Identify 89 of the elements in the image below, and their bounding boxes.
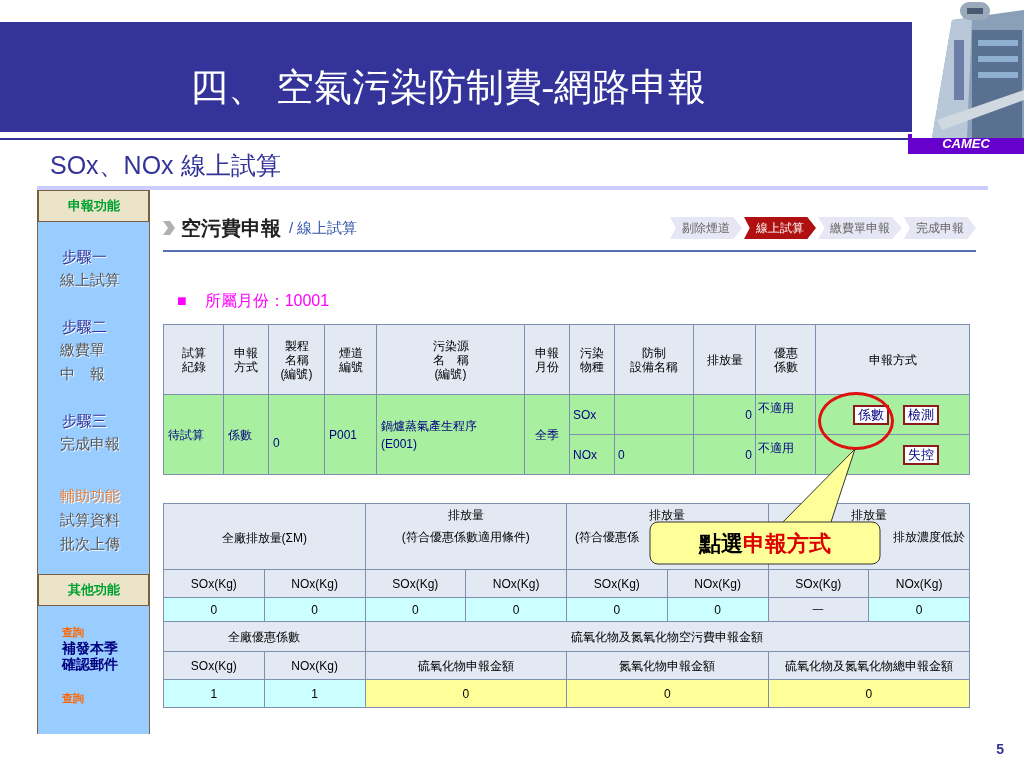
sidebar-link[interactable]: 試算資料	[38, 508, 149, 532]
table-cell: P001	[324, 394, 377, 475]
column-header: 排放量	[693, 324, 756, 395]
column-header: 排放量	[447, 508, 484, 522]
callout-emphasis: 申報方式	[743, 528, 831, 558]
column-header: 硫氧化物及氮氧化物總申報金額	[768, 651, 970, 680]
method-button[interactable]: 失控	[903, 444, 939, 465]
column-header: 全廠排放量(ΣM)	[221, 531, 307, 545]
column-header: (符合優惠係	[575, 530, 639, 544]
column-header: SOx(Kg)	[365, 569, 466, 598]
progress-step[interactable]: 剔除煙道	[670, 217, 742, 239]
column-header: NOx(Kg)	[868, 569, 970, 598]
column-header: NOx(Kg)	[667, 569, 768, 598]
sidebar-link[interactable]: 確認郵件	[38, 656, 149, 672]
table-cell: 0	[268, 394, 325, 475]
table-cell: 0	[566, 679, 768, 708]
table-cell: 0	[365, 679, 567, 708]
table-cell: 不適用	[755, 394, 816, 435]
arrow-icon	[163, 221, 175, 235]
sidebar-link[interactable]: 繳費單	[38, 338, 149, 362]
table-cell: 全季	[524, 394, 570, 475]
column-header: 排放量	[649, 508, 686, 522]
column-header: 氮氧化物申報金額	[566, 651, 768, 680]
column-header: 申報 方式	[223, 324, 269, 395]
table-cell: 0	[868, 597, 970, 622]
table-cell: 0	[768, 679, 970, 708]
column-header: 煙道 編號	[324, 324, 377, 395]
table-cell: 0	[693, 394, 756, 435]
table-cell: 係數	[223, 394, 269, 475]
column-header: 排放量	[850, 508, 887, 522]
sidebar-link[interactable]: 批次上傳	[38, 532, 149, 556]
square-marker: ■	[177, 291, 187, 311]
column-header: 硫氧化物申報金額	[365, 651, 567, 680]
sidebar-heading: 其他功能	[38, 574, 149, 606]
table-cell: 0	[566, 597, 668, 622]
column-header: SOx(Kg)	[163, 569, 265, 598]
column-header: 硫氧化物及氮氧化物空污費申報金額	[365, 621, 970, 652]
column-header: NOx(Kg)	[264, 569, 365, 598]
column-header: 全廠優惠係數	[163, 621, 365, 652]
callout-text: 點選	[699, 528, 743, 558]
table-cell: 0	[614, 434, 694, 475]
table-cell: 0	[693, 434, 756, 475]
column-header: SOx(Kg)	[566, 569, 668, 598]
sidebar-link[interactable]: 完成申報	[38, 432, 149, 456]
method-button[interactable]: 係數	[853, 404, 889, 425]
breadcrumb: / 線上試算	[289, 217, 358, 238]
table-cell: 1	[264, 679, 365, 708]
table-cell: NOx	[569, 434, 615, 475]
step-label: 步驟一	[61, 246, 108, 267]
column-header: 排放濃度低於	[893, 530, 965, 544]
column-header: NOx(Kg)	[465, 569, 567, 598]
table-cell: 0	[465, 597, 567, 622]
table-cell: 0	[163, 597, 265, 622]
progress-step[interactable]: 繳費單申報	[818, 217, 902, 239]
sidebar-heading: 申報功能	[38, 190, 149, 222]
column-header: 優惠 係數	[755, 324, 816, 395]
step-label: 步驟三	[61, 410, 108, 431]
table-cell: 不適用	[755, 434, 816, 475]
table-cell: 0	[264, 597, 365, 622]
sidebar-link[interactable]: 中 報	[38, 362, 149, 386]
progress-step[interactable]: 線上試算	[744, 217, 816, 239]
progress-step[interactable]: 完成申報	[904, 217, 976, 239]
page-number: 5	[996, 739, 1004, 759]
page-heading: 空污費申報	[181, 216, 281, 241]
table-cell: 0	[667, 597, 768, 622]
slide-title: 四、 空氣污染防制費-網路申報	[190, 64, 707, 110]
column-header: (符合優惠係數適用條件)	[401, 530, 530, 544]
table-cell: 鍋爐蒸氣產生程序 (E001)	[376, 394, 525, 475]
slide-subtitle: SOx、NOx 線上試算	[50, 150, 281, 180]
column-header: 試算 紀錄	[163, 324, 224, 395]
month-label: 所屬月份：10001	[204, 291, 330, 311]
table-cell: 待試算	[163, 394, 224, 475]
column-header: 申報方式	[815, 324, 970, 395]
table-cell: SOx	[569, 394, 615, 435]
table-cell: 0	[365, 597, 466, 622]
column-header: 污染源 名 稱 (編號)	[376, 324, 525, 395]
table-cell: 1	[163, 679, 265, 708]
column-header: NOx(Kg)	[264, 651, 365, 680]
column-header: SOx(Kg)	[163, 651, 265, 680]
column-header: 防制 設備名稱	[614, 324, 694, 395]
method-button[interactable]: 檢測	[903, 404, 939, 425]
column-header: 申報 月份	[524, 324, 570, 395]
column-header: 製程 名稱 (編號)	[268, 324, 325, 395]
column-header: 污染 物種	[569, 324, 615, 395]
sidebar-link[interactable]: 補發本季	[38, 640, 149, 656]
step-label: 步驟二	[61, 316, 108, 337]
table-cell: 一	[768, 597, 869, 622]
sidebar-link[interactable]: 線上試算	[38, 268, 149, 292]
column-header: SOx(Kg)	[768, 569, 869, 598]
